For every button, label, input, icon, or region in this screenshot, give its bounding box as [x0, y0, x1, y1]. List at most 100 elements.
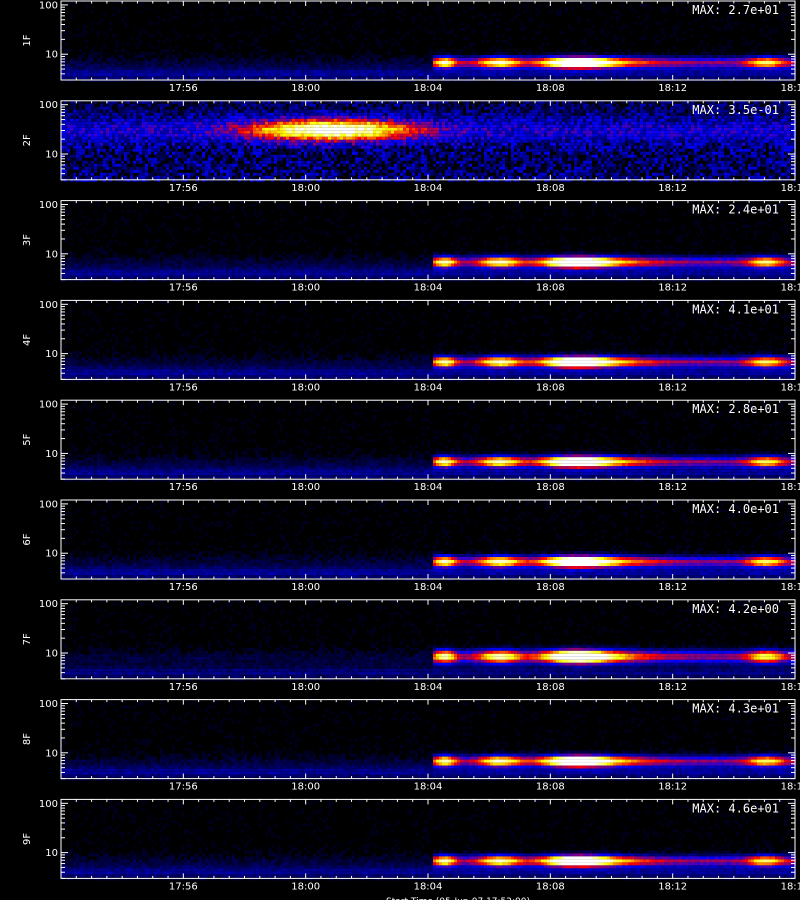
heatmap-cell: [766, 34, 769, 37]
heatmap-cell: [481, 40, 484, 43]
heatmap-cell: [703, 55, 706, 58]
heatmap-cell: [148, 52, 151, 55]
heatmap-cell: [100, 49, 103, 52]
heatmap-cell: [301, 37, 304, 40]
heatmap-cell: [535, 7, 538, 10]
heatmap-cell: [325, 22, 328, 25]
heatmap-cell: [91, 22, 94, 25]
heatmap-cell: [439, 37, 442, 40]
heatmap-cell: [580, 52, 583, 55]
heatmap-cell: [781, 19, 784, 22]
heatmap-cell: [757, 43, 760, 46]
heatmap-cell: [550, 55, 553, 58]
heatmap-cell: [199, 13, 202, 16]
heatmap-cell: [784, 22, 787, 25]
heatmap-cell: [613, 10, 616, 13]
heatmap-cell: [619, 55, 622, 58]
heatmap-cell: [598, 10, 601, 13]
heatmap-cell: [361, 46, 364, 49]
heatmap-cell: [76, 55, 79, 58]
heatmap-cell: [442, 25, 445, 28]
heatmap-cell: [673, 52, 676, 55]
heatmap-cell: [631, 31, 634, 34]
heatmap-cell: [673, 55, 676, 58]
heatmap-cell: [262, 13, 265, 16]
heatmap-cell: [637, 55, 640, 58]
heatmap-cell: [766, 49, 769, 52]
heatmap-cell: [211, 52, 214, 55]
heatmap-cell: [718, 28, 721, 31]
heatmap-cell: [298, 55, 301, 58]
heatmap-cell: [370, 52, 373, 55]
heatmap-cell: [355, 52, 358, 55]
heatmap-cell: [748, 43, 751, 46]
heatmap-cell: [253, 43, 256, 46]
heatmap-cell: [259, 52, 262, 55]
heatmap-cell: [235, 31, 238, 34]
heatmap-cell: [367, 31, 370, 34]
heatmap-cell: [295, 31, 298, 34]
heatmap-cell: [763, 52, 766, 55]
heatmap-cell: [118, 7, 121, 10]
heatmap-cell: [760, 43, 763, 46]
heatmap-cell: [226, 4, 229, 7]
heatmap-cell: [442, 49, 445, 52]
heatmap-cell: [211, 13, 214, 16]
heatmap-cell: [694, 19, 697, 22]
heatmap-cell: [124, 22, 127, 25]
heatmap-cell: [139, 4, 142, 7]
heatmap-cell: [172, 28, 175, 31]
heatmap-cell: [187, 34, 190, 37]
heatmap-cell: [199, 4, 202, 7]
heatmap-cell: [322, 4, 325, 7]
heatmap-cell: [442, 22, 445, 25]
heatmap-cell: [514, 49, 517, 52]
heatmap-cell: [331, 16, 334, 19]
heatmap-cell: [346, 7, 349, 10]
heatmap-cell: [385, 4, 388, 7]
heatmap-cell: [427, 46, 430, 49]
heatmap-cell: [373, 13, 376, 16]
heatmap-cell: [790, 46, 793, 49]
heatmap-cell: [418, 25, 421, 28]
heatmap-cell: [505, 22, 508, 25]
heatmap-cell: [625, 49, 628, 52]
heatmap-cell: [298, 49, 301, 52]
heatmap-cell: [715, 52, 718, 55]
heatmap-cell: [265, 16, 268, 19]
heatmap-cell: [64, 43, 67, 46]
heatmap-cell: [781, 49, 784, 52]
heatmap-cell: [313, 37, 316, 40]
heatmap-cell: [583, 43, 586, 46]
heatmap-cell: [424, 7, 427, 10]
heatmap-cell: [607, 31, 610, 34]
heatmap-cell: [772, 28, 775, 31]
heatmap-cell: [295, 49, 298, 52]
heatmap-cell: [730, 28, 733, 31]
heatmap-cell: [256, 10, 259, 13]
heatmap-cell: [751, 52, 754, 55]
heatmap-cell: [403, 55, 406, 58]
heatmap-cell: [472, 52, 475, 55]
heatmap-cell: [538, 25, 541, 28]
heatmap-cell: [706, 55, 709, 58]
heatmap-cell: [199, 22, 202, 25]
heatmap-cell: [73, 4, 76, 7]
heatmap-cell: [682, 55, 685, 58]
heatmap-cell: [496, 25, 499, 28]
heatmap-cell: [553, 55, 556, 58]
heatmap-cell: [679, 22, 682, 25]
heatmap-cell: [337, 40, 340, 43]
heatmap-cell: [379, 46, 382, 49]
heatmap-cell: [256, 46, 259, 49]
heatmap-cell: [532, 19, 535, 22]
heatmap-cell: [139, 55, 142, 58]
heatmap-cell: [67, 37, 70, 40]
heatmap-cell: [379, 40, 382, 43]
heatmap-cell: [391, 7, 394, 10]
heatmap-cell: [346, 37, 349, 40]
heatmap-cell: [358, 10, 361, 13]
heatmap-cell: [277, 55, 280, 58]
heatmap-cell: [676, 52, 679, 55]
heatmap-cell: [292, 40, 295, 43]
